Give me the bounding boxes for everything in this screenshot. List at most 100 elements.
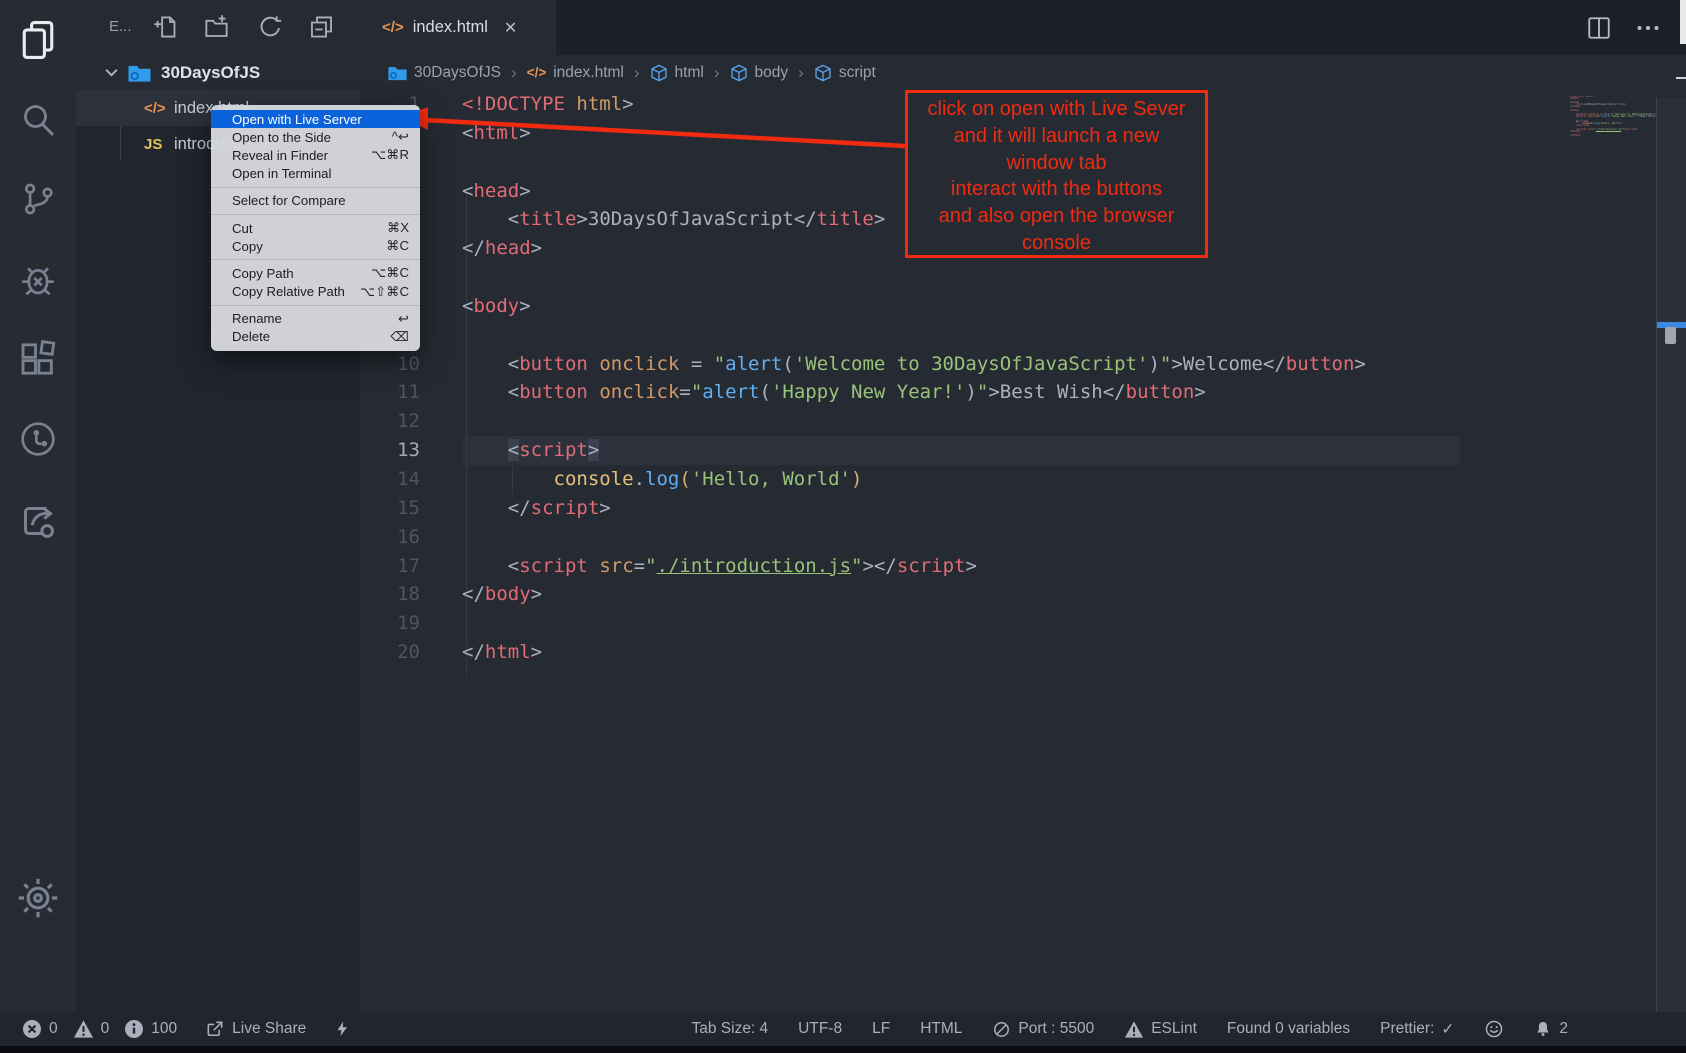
feedback-smiley[interactable] xyxy=(1484,1019,1504,1039)
context-menu-item[interactable]: Reveal in Finder⌥⌘R xyxy=(211,146,420,164)
tab-label: index.html xyxy=(413,18,488,37)
language-status[interactable]: HTML xyxy=(920,1020,962,1038)
search-icon[interactable] xyxy=(18,98,58,140)
breadcrumb-symbol-html[interactable]: html xyxy=(650,64,704,82)
folder-name: 30DaysOfJS xyxy=(161,63,260,83)
split-editor-icon[interactable] xyxy=(1586,15,1612,41)
settings-gear-icon[interactable] xyxy=(17,876,59,920)
source-control-icon[interactable] xyxy=(19,178,57,220)
html-file-icon: </> xyxy=(527,65,547,80)
scrollbar-thumb[interactable] xyxy=(1665,327,1676,344)
line-number: 16 xyxy=(360,523,420,552)
symbol-cube-icon xyxy=(814,64,832,82)
breadcrumb-folder[interactable]: 30DaysOfJS xyxy=(388,64,501,82)
chevron-down-icon xyxy=(104,67,119,78)
extensions-icon[interactable] xyxy=(18,338,58,380)
circle-slash-icon xyxy=(992,1020,1011,1039)
breadcrumb-separator: › xyxy=(714,63,720,83)
live-share-icon[interactable] xyxy=(18,500,58,542)
code-line[interactable]: <body> xyxy=(462,292,1366,321)
html-file-icon: </> xyxy=(144,100,174,117)
eslint-status[interactable]: ESLint xyxy=(1124,1020,1197,1039)
context-menu-item[interactable]: Open to the Side^↩ xyxy=(211,128,420,146)
bell-icon xyxy=(1534,1019,1552,1039)
code-line[interactable] xyxy=(462,321,1366,350)
scrollbar-track[interactable] xyxy=(1656,98,1686,1012)
annotation-text-line: console xyxy=(908,230,1205,257)
code-line[interactable]: <script> xyxy=(462,436,1366,465)
lightning-status[interactable] xyxy=(334,1018,351,1040)
code-line[interactable]: <script src="./introduction.js"></script… xyxy=(462,552,1366,581)
more-actions-icon[interactable] xyxy=(1636,24,1660,32)
tab-bar: </> index.html ✕ xyxy=(360,0,1686,55)
code-line[interactable] xyxy=(462,523,1366,552)
context-menu-item[interactable]: Open with Live Server xyxy=(211,110,420,128)
context-menu-item[interactable]: Cut⌘X xyxy=(211,219,420,237)
line-number: 15 xyxy=(360,494,420,523)
breadcrumb-separator: › xyxy=(634,63,640,83)
encoding-status[interactable]: UTF-8 xyxy=(798,1020,842,1038)
context-menu-item[interactable]: Rename↩ xyxy=(211,310,420,328)
code-line[interactable]: </script> xyxy=(462,494,1366,523)
code-line[interactable] xyxy=(462,263,1366,292)
refresh-icon[interactable] xyxy=(257,13,284,41)
context-menu-item[interactable]: Copy⌘C xyxy=(211,237,420,255)
live-server-port-status[interactable]: Port : 5500 xyxy=(992,1020,1094,1039)
explorer-icon[interactable] xyxy=(16,16,60,64)
context-menu-item[interactable]: Open in Terminal xyxy=(211,165,420,183)
js-file-icon: JS xyxy=(144,136,174,153)
breadcrumb-file[interactable]: </> index.html xyxy=(527,64,624,82)
line-number: 18 xyxy=(360,580,420,609)
context-menu-item[interactable]: Copy Path⌥⌘C xyxy=(211,264,420,282)
problems-status[interactable]: 0 0 100 xyxy=(22,1019,177,1039)
line-number: 17 xyxy=(360,552,420,581)
minimap[interactable]: <!DOCTYPE html><html><head> <title>30Day… xyxy=(1570,96,1660,166)
code-line[interactable]: </html> xyxy=(462,638,1366,667)
context-menu-item[interactable]: Delete⌫ xyxy=(211,328,420,346)
code-line[interactable]: <button onclick = "alert('Welcome to 30D… xyxy=(462,350,1366,379)
code-line[interactable] xyxy=(462,609,1366,638)
line-number: 11 xyxy=(360,378,420,407)
background-window-edge xyxy=(1676,77,1686,79)
notifications-bell[interactable]: 2 xyxy=(1534,1019,1568,1039)
line-number: 19 xyxy=(360,609,420,638)
folder-icon xyxy=(128,63,151,83)
symbol-cube-icon xyxy=(730,64,748,82)
collapse-all-icon[interactable] xyxy=(308,13,335,41)
variables-status[interactable]: Found 0 variables xyxy=(1227,1020,1350,1038)
explorer-title: E... xyxy=(109,18,132,35)
line-number: 14 xyxy=(360,465,420,494)
tab-index-html[interactable]: </> index.html ✕ xyxy=(360,0,556,55)
code-line[interactable]: console.log('Hello, World') xyxy=(462,465,1366,494)
new-file-icon[interactable] xyxy=(152,13,179,41)
code-line[interactable]: <button onclick="alert('Happy New Year!'… xyxy=(462,378,1366,407)
breadcrumb-symbol-body[interactable]: body xyxy=(730,64,789,82)
context-menu-item[interactable]: Select for Compare xyxy=(211,192,420,210)
context-menu-item[interactable]: Copy Relative Path⌥⇧⌘C xyxy=(211,283,420,301)
prettier-status[interactable]: Prettier:✓ xyxy=(1380,1020,1454,1039)
warning-icon xyxy=(73,1019,94,1039)
vscode-window: E... xyxy=(0,0,1686,1053)
run-debug-icon[interactable] xyxy=(18,258,58,302)
breadcrumb-symbol-script[interactable]: script xyxy=(814,64,876,82)
annotation-text-line: interact with the buttons xyxy=(908,176,1205,203)
close-icon[interactable]: ✕ xyxy=(504,18,517,38)
lightning-icon xyxy=(334,1018,351,1040)
git-graph-icon[interactable] xyxy=(18,418,58,460)
window-bottom-edge xyxy=(0,1046,1686,1053)
annotation-text-line: and it will launch a new xyxy=(908,123,1205,150)
context-menu: Open with Live ServerOpen to the Side^↩R… xyxy=(211,105,420,351)
code-line[interactable]: </body> xyxy=(462,580,1366,609)
status-bar: 0 0 100 Live Share Tab Size: 4 UTF-8 LF xyxy=(0,1012,1686,1046)
eol-status[interactable]: LF xyxy=(872,1020,890,1038)
live-share-status[interactable]: Live Share xyxy=(205,1019,306,1039)
new-folder-icon[interactable] xyxy=(203,13,230,41)
tab-size-status[interactable]: Tab Size: 4 xyxy=(691,1020,768,1038)
code-line[interactable] xyxy=(462,407,1366,436)
error-icon xyxy=(22,1019,42,1039)
activity-bar xyxy=(0,0,76,1012)
annotation-text-line: and also open the browser xyxy=(908,203,1205,230)
explorer-header: E... xyxy=(76,0,360,55)
smiley-icon xyxy=(1484,1019,1504,1039)
tree-folder-30DaysOfJS[interactable]: 30DaysOfJS xyxy=(76,55,360,90)
